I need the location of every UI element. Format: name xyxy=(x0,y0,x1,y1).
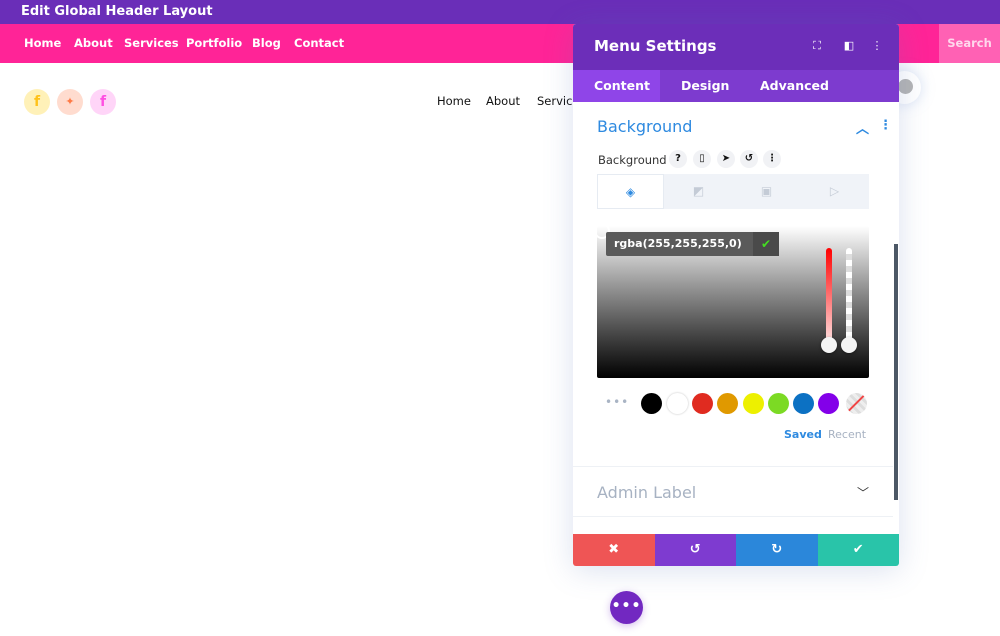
more-swatches-icon[interactable]: ••• xyxy=(605,395,629,409)
nav-item-services[interactable]: Services xyxy=(124,24,179,62)
page-title: Edit Global Header Layout xyxy=(21,4,213,19)
facebook-icon[interactable]: f xyxy=(24,89,50,115)
redo-button[interactable]: ↻ xyxy=(736,534,818,566)
section-menu-icon[interactable]: ⋮ xyxy=(879,118,892,133)
field-label-background: Background xyxy=(598,153,667,167)
cancel-button[interactable]: ✖ xyxy=(573,534,655,566)
section-title-background[interactable]: Background xyxy=(597,117,692,136)
swatch-yellow[interactable] xyxy=(743,393,764,414)
recent-colors-tab[interactable]: Recent xyxy=(828,428,866,441)
builder-options-button[interactable]: ••• xyxy=(610,591,643,624)
hover-icon[interactable]: ➤ xyxy=(717,150,735,168)
panel-footer: ✖ ↺ ↻ ✔ xyxy=(573,534,899,566)
twitter-icon[interactable]: ✦ xyxy=(57,89,83,115)
image-tab-icon[interactable]: ▣ xyxy=(733,174,800,209)
swatch-purple[interactable] xyxy=(818,393,839,414)
color-picker[interactable]: rgba(255,255,255,0) ✔ xyxy=(594,223,869,378)
undo-button[interactable]: ↺ xyxy=(654,534,736,566)
nav-item-home[interactable]: Home xyxy=(24,24,61,62)
menu-item-home[interactable]: Home xyxy=(437,94,471,108)
swatch-white[interactable] xyxy=(667,393,688,414)
swatch-green[interactable] xyxy=(768,393,789,414)
panel-header[interactable]: Menu Settings ⛶ ◧ ⋮ xyxy=(573,24,899,70)
panel-title: Menu Settings xyxy=(594,37,717,55)
color-value-text[interactable]: rgba(255,255,255,0) xyxy=(614,232,742,256)
swatch-transparent[interactable] xyxy=(846,393,867,414)
hue-slider-handle[interactable] xyxy=(821,337,837,353)
settings-tabs: Content Design Advanced xyxy=(573,70,899,102)
reset-icon[interactable]: ↺ xyxy=(740,150,758,168)
swatch-blue[interactable] xyxy=(793,393,814,414)
background-type-tabs: ◈ ◩ ▣ ▷ xyxy=(597,174,869,209)
nav-item-portfolio[interactable]: Portfolio xyxy=(186,24,242,62)
video-tab-icon[interactable]: ▷ xyxy=(801,174,868,209)
nav-item-contact[interactable]: Contact xyxy=(294,24,344,62)
nav-item-blog[interactable]: Blog xyxy=(252,24,281,62)
divider xyxy=(573,516,893,517)
opacity-slider-handle[interactable] xyxy=(841,337,857,353)
responsive-icon[interactable]: ▯ xyxy=(693,150,711,168)
opacity-slider[interactable] xyxy=(846,248,852,342)
confirm-color-icon[interactable]: ✔ xyxy=(753,232,779,256)
more-options-icon[interactable]: ⋮ xyxy=(870,39,884,53)
hue-slider[interactable] xyxy=(826,248,832,342)
menu-settings-panel: Menu Settings ⛶ ◧ ⋮ Content Design Advan… xyxy=(573,24,899,566)
chevron-down-icon[interactable]: ﹀ xyxy=(857,484,869,501)
color-tab-icon[interactable]: ◈ xyxy=(597,174,664,209)
gradient-tab-icon[interactable]: ◩ xyxy=(665,174,732,209)
tab-design[interactable]: Design xyxy=(681,70,729,102)
split-view-icon[interactable]: ◧ xyxy=(842,39,856,53)
swatch-orange[interactable] xyxy=(717,393,738,414)
save-button[interactable]: ✔ xyxy=(817,534,899,566)
field-more-icon[interactable]: ⋮ xyxy=(763,150,781,168)
fullscreen-icon[interactable]: ⛶ xyxy=(810,39,824,53)
section-title-admin-label[interactable]: Admin Label xyxy=(597,483,696,502)
tab-advanced[interactable]: Advanced xyxy=(760,70,829,102)
color-value-input[interactable]: rgba(255,255,255,0) ✔ xyxy=(606,232,779,256)
swatch-red[interactable] xyxy=(692,393,713,414)
panel-scrollbar[interactable] xyxy=(894,244,898,500)
swatch-black[interactable] xyxy=(641,393,662,414)
saved-colors-tab[interactable]: Saved xyxy=(784,428,822,441)
builder-title-bar: Edit Global Header Layout xyxy=(0,0,1000,24)
nav-item-about[interactable]: About xyxy=(74,24,113,62)
menu-item-about[interactable]: About xyxy=(486,94,520,108)
help-icon[interactable]: ? xyxy=(669,150,687,168)
tab-content[interactable]: Content xyxy=(573,70,660,102)
chevron-up-icon[interactable]: ︿ xyxy=(856,118,869,137)
facebook-icon[interactable]: f xyxy=(90,89,116,115)
divider xyxy=(573,466,893,467)
search-button[interactable]: Search xyxy=(939,24,1000,63)
